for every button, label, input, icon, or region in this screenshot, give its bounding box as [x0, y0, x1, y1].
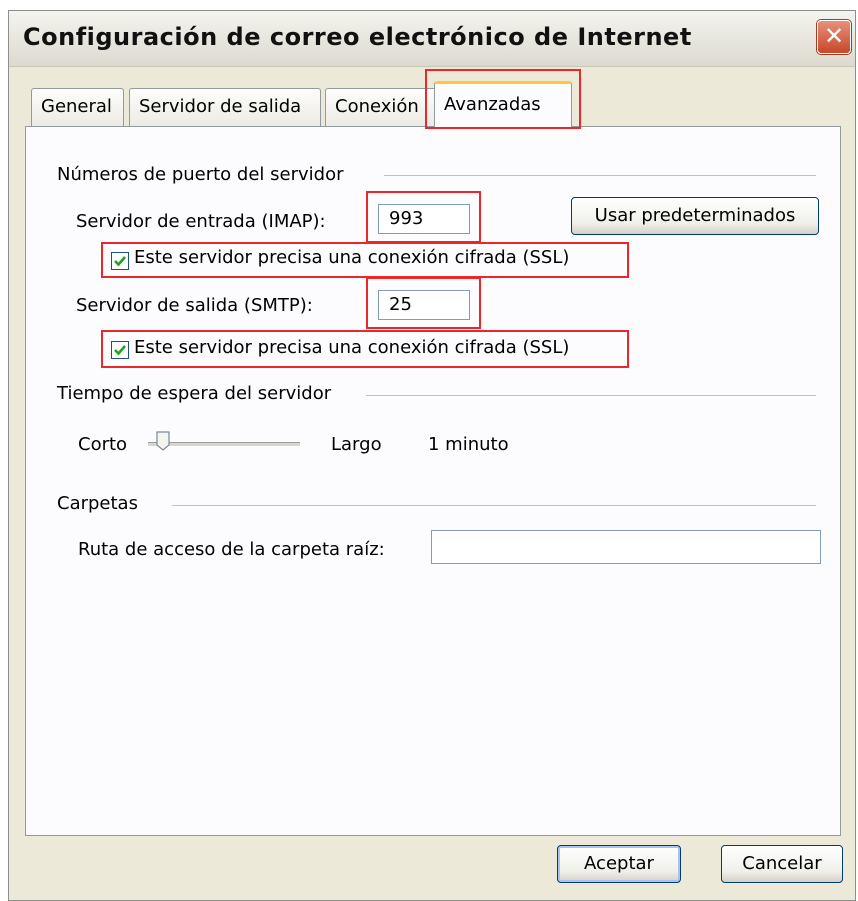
- cancel-button[interactable]: Cancelar: [721, 845, 843, 883]
- tab-connection-label: Conexión: [335, 96, 419, 117]
- highlight-incoming-ssl: [101, 242, 629, 278]
- ports-divider: [384, 175, 816, 176]
- title-bar: Configuración de correo electrónico de I…: [9, 11, 855, 67]
- dialog-window: Configuración de correo electrónico de I…: [8, 10, 856, 901]
- window-title: Configuración de correo electrónico de I…: [23, 23, 692, 51]
- timeout-long-label: Largo: [331, 434, 382, 455]
- tab-general[interactable]: General: [31, 88, 124, 126]
- ports-heading: Números de puerto del servidor: [57, 164, 344, 185]
- highlight-advanced-tab: [425, 69, 581, 129]
- root-path-input[interactable]: [431, 530, 821, 564]
- timeout-value-text: 1 minuto: [428, 434, 509, 455]
- timeout-divider: [366, 395, 816, 396]
- folders-heading: Carpetas: [57, 493, 138, 514]
- highlight-outgoing-port: [366, 277, 481, 329]
- timeout-slider-track[interactable]: [148, 442, 300, 446]
- highlight-outgoing-ssl: [101, 330, 629, 368]
- use-defaults-button[interactable]: Usar predeterminados: [571, 197, 819, 235]
- close-icon[interactable]: ✕: [817, 20, 851, 54]
- tab-panel-advanced: Números de puerto del servidor Servidor …: [25, 126, 841, 836]
- timeout-short-label: Corto: [78, 434, 128, 455]
- timeout-slider-thumb[interactable]: [156, 431, 170, 451]
- incoming-port-label: Servidor de entrada (IMAP):: [76, 211, 326, 232]
- ok-button[interactable]: Aceptar: [557, 845, 681, 883]
- tab-general-label: General: [41, 96, 112, 117]
- outgoing-port-label: Servidor de salida (SMTP):: [76, 295, 313, 316]
- tab-connection[interactable]: Conexión: [325, 88, 439, 126]
- timeout-heading: Tiempo de espera del servidor: [57, 383, 332, 404]
- root-path-label: Ruta de acceso de la carpeta raíz:: [78, 539, 385, 560]
- tab-outgoing-server[interactable]: Servidor de salida: [129, 88, 321, 126]
- tab-outgoing-server-label: Servidor de salida: [139, 96, 302, 117]
- folders-divider: [172, 505, 816, 506]
- highlight-incoming-port: [366, 191, 481, 243]
